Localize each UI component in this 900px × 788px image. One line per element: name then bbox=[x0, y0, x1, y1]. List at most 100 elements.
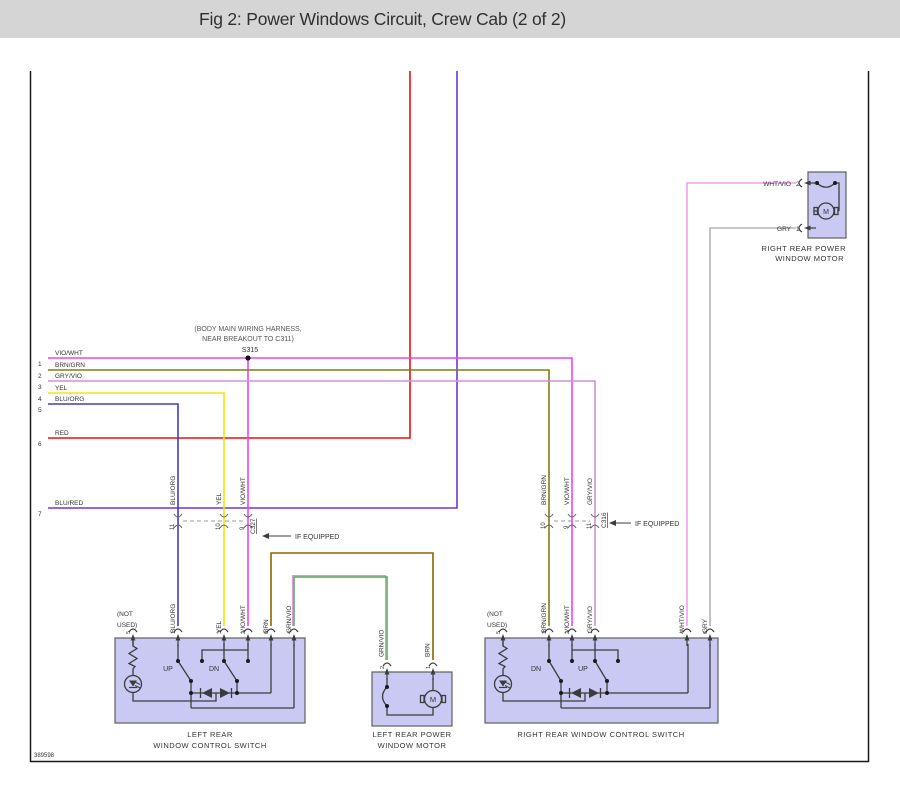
wire-5-label: BLU/ORG bbox=[55, 396, 84, 403]
label-gry-vio: GRY/VIO bbox=[587, 606, 594, 633]
right-rear-power-window-motor: M WHT/VIO 2 GRY 1 RIGHT REAR POWER WINDO… bbox=[761, 171, 847, 263]
connector-c327: 11 10 9 C327 IF EQUIPPED bbox=[170, 513, 339, 541]
svg-text:3: 3 bbox=[217, 631, 223, 634]
wire-gry-vio bbox=[48, 380, 596, 626]
label-vio-wht: VIO/WHT bbox=[564, 477, 571, 505]
c316-arrow-head bbox=[609, 520, 616, 526]
not-used-label: (NOT bbox=[487, 611, 503, 618]
up-label: UP bbox=[578, 666, 588, 673]
label-brn-grn: BRN/GRN bbox=[541, 475, 548, 505]
wire-grn-vio bbox=[292, 575, 388, 660]
label-vio-wht: VIO/WHT bbox=[564, 605, 571, 633]
label-yel: YEL bbox=[216, 492, 223, 505]
svg-text:5: 5 bbox=[496, 631, 502, 634]
svg-text:RIGHT REAR POWER: RIGHT REAR POWER bbox=[761, 244, 846, 253]
wire-1-number: 1 bbox=[38, 361, 42, 368]
label-grn-vio: GRN/VIO bbox=[379, 630, 386, 657]
motor-m-label: M bbox=[823, 209, 829, 216]
motor-caption: RIGHT REAR POWER WINDOW MOTOR bbox=[761, 244, 846, 263]
svg-text:1: 1 bbox=[588, 631, 594, 634]
c316-pin-11: 11 bbox=[587, 522, 593, 529]
connector-c316: 10 9 11 C316 IF EQUIPPED bbox=[541, 512, 679, 529]
svg-text:2: 2 bbox=[565, 631, 571, 634]
wire-3-label: GRY/VIO bbox=[55, 373, 82, 380]
label-blu-org: BLU/ORG bbox=[170, 476, 177, 505]
mid-left-wire-labels: BLU/ORG YEL VIO/WHT bbox=[170, 476, 247, 505]
c316-if-equipped: IF EQUIPPED bbox=[635, 521, 679, 528]
switch-pin-numbers: 5 1 3 2 6 4 bbox=[126, 631, 293, 634]
harness-note: (BODY MAIN WIRING HARNESS, NEAR BREAKOUT… bbox=[194, 326, 301, 354]
wire-4-label: YEL bbox=[55, 385, 68, 392]
svg-text:LEFT REAR: LEFT REAR bbox=[187, 730, 233, 739]
c327-pin-11: 11 bbox=[170, 523, 176, 530]
left-wire-callouts: 1 VIO/WHT 2 BRN/GRN 3 GRY/VIO 4 YEL 5 BL… bbox=[38, 350, 85, 518]
lower-right-wire-labels: BRN/GRN VIO/WHT GRY/VIO WHT/VIO GRY bbox=[541, 603, 709, 633]
title-bar: Fig 2: Power Windows Circuit, Crew Cab (… bbox=[0, 0, 900, 38]
wire-3-number: 3 bbox=[38, 384, 42, 391]
label-grn-vio: GRN/VIO bbox=[286, 606, 293, 633]
wire-5-number: 5 bbox=[38, 407, 42, 414]
motor-pin-callouts: WHT/VIO 2 GRY 1 bbox=[763, 181, 800, 233]
page-title: Fig 2: Power Windows Circuit, Crew Cab (… bbox=[199, 8, 566, 29]
harness-note-line1: (BODY MAIN WIRING HARNESS, bbox=[194, 326, 301, 333]
c327-pin-10: 10 bbox=[216, 523, 222, 530]
wire-red bbox=[48, 71, 411, 439]
label-vio-wht: VIO/WHT bbox=[240, 605, 247, 633]
not-used-label: USED) bbox=[117, 622, 137, 629]
left-rear-power-window-motor: M 2 1 LEFT REAR POWER WINDOW MOTOR bbox=[371, 662, 453, 750]
wire-yel bbox=[48, 392, 225, 626]
label-brn: BRN bbox=[425, 643, 432, 657]
c316-label: C316 bbox=[601, 512, 608, 528]
pin-1-number: 1 bbox=[796, 226, 800, 233]
wire-2-number: 2 bbox=[38, 373, 42, 380]
label-blu-org: BLU/ORG bbox=[170, 604, 177, 633]
svg-text:1: 1 bbox=[171, 631, 177, 634]
svg-text:LEFT REAR POWER: LEFT REAR POWER bbox=[372, 730, 451, 739]
label-gry-vio: GRY/VIO bbox=[587, 478, 594, 505]
label-wht-vio: WHT/VIO bbox=[679, 605, 686, 633]
splice-s315-label: S315 bbox=[242, 347, 258, 354]
wiring-diagram-page: Fig 2: Power Windows Circuit, Crew Cab (… bbox=[0, 0, 900, 788]
label-gry: GRY bbox=[702, 618, 709, 633]
document-number: 389598 bbox=[34, 753, 55, 759]
c327-if-equipped: IF EQUIPPED bbox=[295, 534, 339, 541]
motor-pin-numbers: 2 1 bbox=[380, 666, 432, 669]
switch-pin-numbers: 5 3 2 1 4 6 bbox=[496, 631, 709, 634]
wire-4-number: 4 bbox=[38, 396, 42, 403]
wire-6-number: 6 bbox=[38, 441, 42, 448]
wire-7-number: 7 bbox=[38, 511, 42, 518]
splice-s315-dot bbox=[245, 355, 251, 361]
svg-text:WINDOW MOTOR: WINDOW MOTOR bbox=[378, 741, 447, 750]
svg-text:2: 2 bbox=[241, 631, 247, 634]
svg-text:4: 4 bbox=[680, 631, 686, 634]
left-rear-window-control-switch: 5 1 3 2 6 4 (NOT USED) UP DN LEFT REAR W… bbox=[114, 611, 306, 750]
svg-text:3: 3 bbox=[542, 631, 548, 634]
motor-box bbox=[371, 671, 453, 727]
switch-box bbox=[114, 637, 306, 724]
motor-caption: LEFT REAR POWER WINDOW MOTOR bbox=[372, 730, 451, 750]
svg-text:WINDOW CONTROL SWITCH: WINDOW CONTROL SWITCH bbox=[153, 741, 267, 750]
switch-caption: LEFT REAR WINDOW CONTROL SWITCH bbox=[153, 730, 267, 750]
label-brn-grn: BRN/GRN bbox=[541, 603, 548, 633]
wire-blu-red bbox=[48, 71, 458, 509]
switch-box bbox=[484, 637, 719, 724]
motor-m-label: M bbox=[430, 695, 436, 704]
not-used-label: USED) bbox=[487, 622, 507, 629]
c316-pin-10: 10 bbox=[541, 522, 547, 529]
wire-6-label: RED bbox=[55, 430, 69, 437]
svg-text:6: 6 bbox=[703, 631, 709, 634]
svg-text:WINDOW MOTOR: WINDOW MOTOR bbox=[775, 254, 844, 263]
pin-2-number: 2 bbox=[796, 181, 800, 188]
wiring-diagram-canvas: 1 VIO/WHT 2 BRN/GRN 3 GRY/VIO 4 YEL 5 BL… bbox=[29, 71, 870, 763]
c327-arrow-head bbox=[262, 533, 269, 539]
switch-caption: RIGHT REAR WINDOW CONTROL SWITCH bbox=[517, 730, 684, 739]
svg-text:6: 6 bbox=[264, 631, 270, 634]
c327-label: C327 bbox=[250, 518, 257, 534]
up-label: UP bbox=[163, 666, 173, 673]
label-brn: BRN bbox=[263, 619, 270, 633]
not-used-label: (NOT bbox=[117, 611, 133, 618]
svg-text:2: 2 bbox=[380, 666, 386, 669]
label-vio-wht: VIO/WHT bbox=[240, 477, 247, 505]
wire-gry bbox=[709, 227, 796, 626]
wire-vio-wht bbox=[48, 357, 573, 626]
